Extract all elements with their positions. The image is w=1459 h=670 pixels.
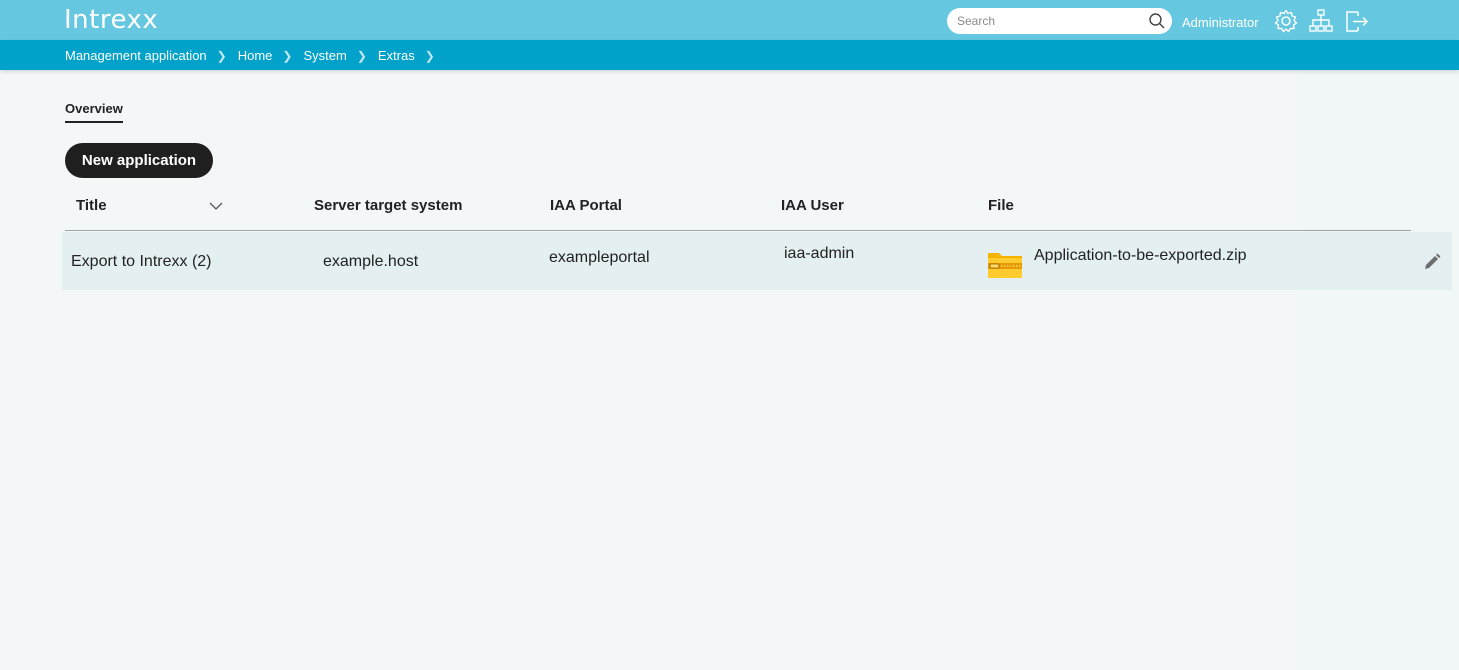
new-application-button[interactable]: New application (65, 143, 213, 178)
main-content: Overview New application Title Server ta… (0, 70, 1459, 670)
breadcrumb-label[interactable]: Management application (65, 48, 207, 63)
column-header-server-target-system[interactable]: Server target system (314, 197, 462, 214)
chevron-down-icon[interactable] (208, 198, 224, 214)
column-header-iaa-user[interactable]: IAA User (781, 197, 844, 214)
breadcrumb: Management application ❯ Home ❯ System ❯ Ex… (65, 48, 446, 63)
breadcrumb-item-management-application[interactable]: Management application ❯ (65, 48, 238, 63)
top-bar: Intrexx Search Administrator (0, 0, 1459, 40)
search-input[interactable]: Search (957, 14, 995, 28)
breadcrumb-label[interactable]: Extras (378, 48, 415, 63)
breadcrumb-label[interactable]: Home (238, 48, 273, 63)
search-box[interactable]: Search (947, 8, 1172, 34)
chevron-right-icon: ❯ (282, 48, 293, 63)
breadcrumb-item-home[interactable]: Home ❯ (238, 48, 304, 63)
tab-overview[interactable]: Overview (65, 101, 123, 123)
chevron-right-icon: ❯ (356, 48, 367, 63)
breadcrumb-label[interactable]: System (303, 48, 346, 63)
cell-iaa-user: iaa-admin (784, 245, 855, 262)
cell-server-target-system: example.host (323, 253, 419, 270)
settings-icon[interactable] (1273, 8, 1299, 34)
sitemap-icon[interactable] (1308, 8, 1334, 34)
chevron-right-icon: ❯ (424, 48, 435, 63)
chevron-right-icon: ❯ (216, 48, 227, 63)
column-header-iaa-portal[interactable]: IAA Portal (550, 197, 622, 214)
table-row[interactable]: Export to Intrexx (2) example.host examp… (62, 232, 1452, 290)
logo[interactable]: Intrexx (64, 5, 158, 35)
edit-pencil-icon[interactable] (1422, 252, 1442, 272)
table-header-divider (65, 230, 1411, 231)
cell-file[interactable]: Application-to-be-exported.zip (1034, 247, 1247, 265)
cell-title: Export to Intrexx (2) (71, 253, 212, 270)
zip-folder-icon[interactable] (987, 250, 1023, 280)
user-name[interactable]: Administrator (1182, 15, 1259, 30)
logout-icon[interactable] (1343, 8, 1369, 34)
cell-iaa-portal: exampleportal (549, 249, 650, 266)
search-icon[interactable] (1148, 12, 1166, 30)
breadcrumb-item-extras[interactable]: Extras ❯ (378, 48, 446, 63)
column-header-file[interactable]: File (988, 197, 1014, 214)
breadcrumb-bar: Management application ❯ Home ❯ System ❯ Ex… (0, 40, 1459, 70)
breadcrumb-item-system[interactable]: System ❯ (303, 48, 377, 63)
column-header-title[interactable]: Title (76, 197, 107, 214)
